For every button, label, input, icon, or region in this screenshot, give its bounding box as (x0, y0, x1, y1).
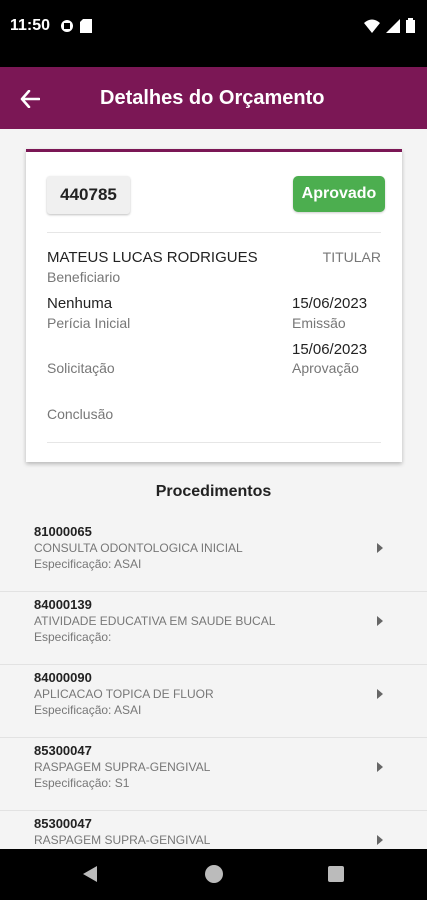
procedure-spec: Especificação: (34, 630, 112, 644)
procedures-title: Procedimentos (155, 483, 272, 500)
request-label: Solicitação (47, 360, 115, 376)
divider (47, 442, 381, 443)
procedure-spec: Especificação: ASAI (34, 557, 142, 571)
procedure-item[interactable]: 85300047 RASPAGEM SUPRA-GENGIVAL Especif… (0, 738, 427, 811)
divider (47, 232, 381, 233)
wifi-icon (364, 19, 380, 33)
budget-card: 440785 Aprovado MATEUS LUCAS RODRIGUES B… (26, 149, 402, 462)
procedure-spec: Especificação: ASAI (34, 703, 142, 717)
procedure-code: 84000139 (34, 597, 92, 612)
budget-number: 440785 (47, 176, 130, 214)
content-area[interactable]: 440785 Aprovado MATEUS LUCAS RODRIGUES B… (0, 129, 427, 849)
chevron-right-icon (377, 689, 383, 699)
procedure-code: 84000090 (34, 670, 92, 685)
conclusion-label: Conclusão (47, 406, 114, 422)
system-nav-bar (0, 849, 427, 900)
procedure-item[interactable]: 84000139 ATIVIDADE EDUCATIVA EM SAUDE BU… (0, 592, 427, 665)
procedure-item[interactable]: 84000090 APLICACAO TOPICA DE FLUOR Espec… (0, 665, 427, 738)
initial-expertise-label: Perícia Inicial (47, 315, 131, 331)
procedure-code: 85300047 (34, 816, 92, 831)
chevron-right-icon (377, 762, 383, 772)
chevron-right-icon (377, 835, 383, 845)
page-title: Detalhes do Orçamento (100, 87, 325, 109)
procedures-list: 81000065 CONSULTA ODONTOLOGICA INICIAL E… (0, 519, 427, 849)
chevron-right-icon (377, 543, 383, 553)
nav-back-icon[interactable] (82, 865, 98, 883)
procedure-name: CONSULTA ODONTOLOGICA INICIAL (34, 541, 243, 555)
procedure-name: RASPAGEM SUPRA-GENGIVAL (34, 760, 211, 774)
procedure-item[interactable]: 85300047 RASPAGEM SUPRA-GENGIVAL (0, 811, 427, 849)
signal-icon (386, 18, 400, 33)
beneficiary-name: MATEUS LUCAS RODRIGUES (47, 249, 258, 266)
procedure-name: RASPAGEM SUPRA-GENGIVAL (34, 833, 211, 847)
emission-label: Emissão (292, 315, 346, 331)
procedure-name: ATIVIDADE EDUCATIVA EM SAUDE BUCAL (34, 614, 276, 628)
initial-expertise-value: Nenhuma (47, 295, 113, 312)
battery-icon (406, 18, 415, 33)
approval-label: Aprovação (292, 360, 359, 376)
chevron-right-icon (377, 616, 383, 626)
back-button[interactable] (12, 81, 48, 117)
nav-recents-icon[interactable] (328, 866, 344, 882)
procedure-item[interactable]: 81000065 CONSULTA ODONTOLOGICA INICIAL E… (0, 519, 427, 592)
emission-date: 15/06/2023 (292, 295, 368, 312)
arrow-left-icon (20, 90, 40, 108)
sd-card-icon (80, 19, 92, 33)
status-badge: Aprovado (293, 176, 385, 212)
procedure-name: APLICACAO TOPICA DE FLUOR (34, 687, 214, 701)
nav-home-icon[interactable] (205, 865, 223, 883)
approval-date: 15/06/2023 (292, 341, 368, 358)
notification-icon (61, 20, 73, 32)
procedure-spec: Especificação: S1 (34, 776, 130, 790)
procedure-code: 81000065 (34, 524, 92, 539)
status-time: 11:50 (10, 17, 51, 34)
status-bar: 11:50 (0, 0, 427, 67)
procedure-code: 85300047 (34, 743, 92, 758)
app-bar: Detalhes do Orçamento (0, 67, 427, 129)
beneficiary-label: Beneficiario (47, 269, 121, 285)
holder-type: TITULAR (322, 249, 381, 265)
